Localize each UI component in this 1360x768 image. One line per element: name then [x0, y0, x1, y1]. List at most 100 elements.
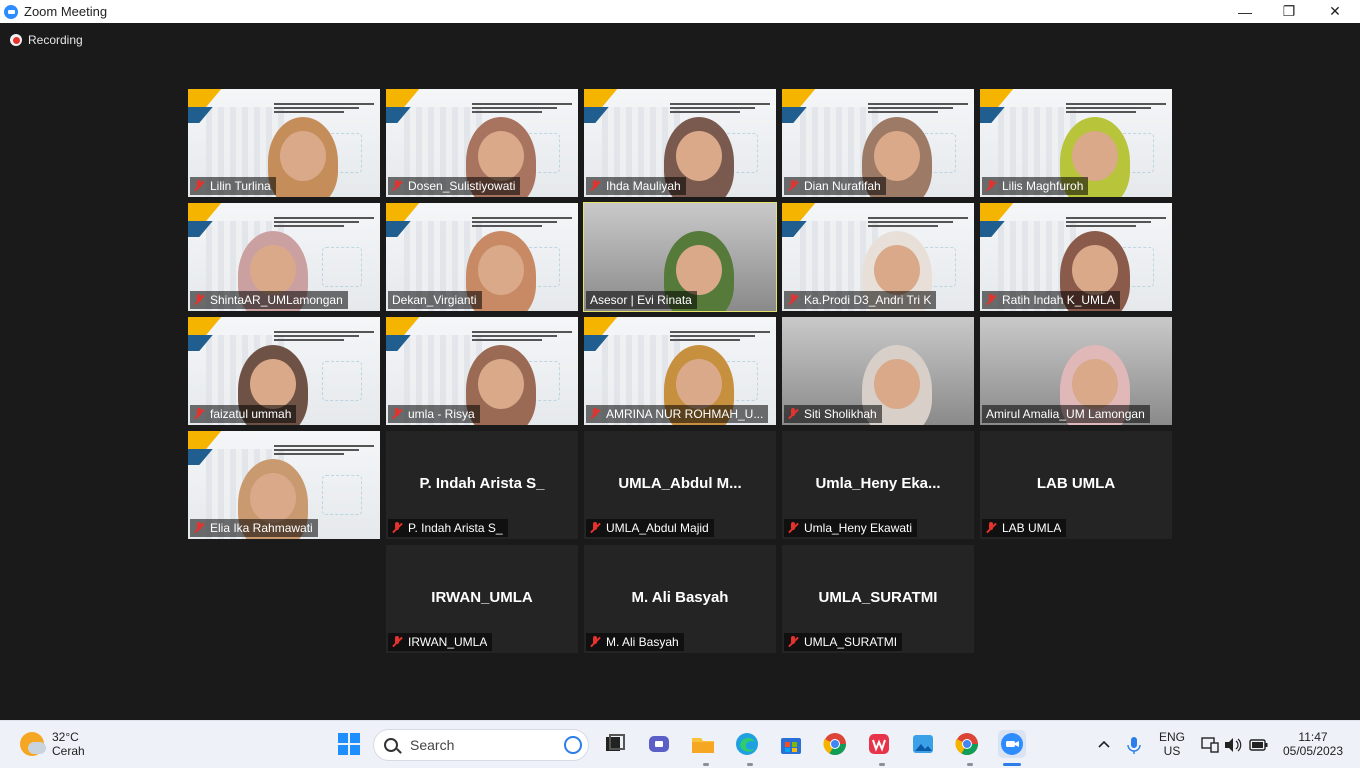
- participant-tile[interactable]: Dosen_Sulistiyowati: [386, 89, 578, 197]
- photos-icon[interactable]: [910, 731, 936, 757]
- weather-sun-icon: [20, 732, 46, 756]
- mic-muted-icon: [194, 294, 204, 306]
- participant-name-tag: Lilis Maghfuroh: [982, 177, 1089, 195]
- participant-tile[interactable]: Asesor | Evi Rinata: [583, 202, 777, 312]
- participant-name: Umla_Heny Ekawati: [804, 521, 913, 535]
- wps-icon[interactable]: [866, 731, 892, 757]
- participant-display-name: M. Ali Basyah: [631, 589, 729, 606]
- participant-tile[interactable]: Elia Ika Rahmawati: [188, 431, 380, 539]
- participant-display-name: P. Indah Arista S_: [419, 475, 545, 492]
- participant-tile[interactable]: Ka.Prodi D3_Andri Tri K: [782, 203, 974, 311]
- participant-tile[interactable]: Ihda Mauliyah: [584, 89, 776, 197]
- running-indicator: [747, 763, 753, 766]
- participant-tile[interactable]: Umla_Heny Eka... Umla_Heny Ekawati: [782, 431, 974, 539]
- mic-muted-icon: [788, 636, 798, 648]
- search-label: Search: [410, 737, 455, 753]
- clock-date: 05/05/2023: [1282, 744, 1344, 758]
- chevron-up-icon[interactable]: [1096, 737, 1112, 751]
- participant-name: Lilis Maghfuroh: [1002, 179, 1084, 193]
- battery-icon[interactable]: [1249, 737, 1268, 751]
- windows-start-icon[interactable]: [336, 731, 362, 757]
- participant-tile[interactable]: Dian Nurafifah: [782, 89, 974, 197]
- participant-tile[interactable]: Lilin Turlina: [188, 89, 380, 197]
- participant-name: ShintaAR_UMLamongan: [210, 293, 343, 307]
- system-clock[interactable]: 11:47 05/05/2023: [1280, 730, 1346, 758]
- participant-name: Dian Nurafifah: [804, 179, 881, 193]
- participant-name-tag: umla - Risya: [388, 405, 480, 423]
- participant-name: P. Indah Arista S_: [408, 521, 503, 535]
- edge-icon[interactable]: [734, 731, 760, 757]
- language-indicator[interactable]: ENG US: [1157, 730, 1187, 758]
- bing-icon[interactable]: [564, 736, 582, 754]
- participant-name-tag: P. Indah Arista S_: [388, 519, 508, 537]
- participant-tile[interactable]: AMRINA NUR ROHMAH_U...: [584, 317, 776, 425]
- participant-display-name: LAB UMLA: [1036, 475, 1116, 492]
- weather-condition: Cerah: [52, 744, 85, 758]
- participant-name-tag: Dekan_Virgianti: [388, 291, 482, 309]
- meet-icon[interactable]: [646, 731, 672, 757]
- mic-muted-icon: [392, 636, 402, 648]
- participant-name: Lilin Turlina: [210, 179, 271, 193]
- participant-name-tag: Lilin Turlina: [190, 177, 276, 195]
- participant-name: AMRINA NUR ROHMAH_U...: [606, 407, 764, 421]
- participant-tile[interactable]: ShintaAR_UMLamongan: [188, 203, 380, 311]
- mic-muted-icon: [194, 408, 204, 420]
- network-icon[interactable]: [1201, 737, 1219, 753]
- microphone-icon[interactable]: [1126, 737, 1142, 754]
- mic-muted-icon: [590, 522, 600, 534]
- task-view-icon[interactable]: [602, 731, 628, 757]
- mic-muted-icon: [194, 180, 204, 192]
- participant-tile[interactable]: Lilis Maghfuroh: [980, 89, 1172, 197]
- participant-tile[interactable]: M. Ali Basyah M. Ali Basyah: [584, 545, 776, 653]
- zoom-taskbar-icon[interactable]: [998, 730, 1026, 758]
- participant-tile[interactable]: UMLA_Abdul M... UMLA_Abdul Majid: [584, 431, 776, 539]
- volume-icon[interactable]: [1224, 737, 1242, 752]
- participant-name-tag: Asesor | Evi Rinata: [586, 291, 697, 309]
- chrome-icon[interactable]: [954, 731, 980, 757]
- participant-tile[interactable]: IRWAN_UMLA IRWAN_UMLA: [386, 545, 578, 653]
- mic-muted-icon: [392, 522, 402, 534]
- running-indicator: [879, 763, 885, 766]
- participant-name-tag: ShintaAR_UMLamongan: [190, 291, 348, 309]
- mic-muted-icon: [590, 180, 600, 192]
- participant-tile[interactable]: Siti Sholikhah: [782, 317, 974, 425]
- participant-name-tag: IRWAN_UMLA: [388, 633, 493, 651]
- participant-name: Dekan_Virgianti: [392, 293, 477, 307]
- running-indicator: [967, 763, 973, 766]
- mic-muted-icon: [194, 522, 204, 534]
- participant-name: M. Ali Basyah: [606, 635, 679, 649]
- participant-name: Dosen_Sulistiyowati: [408, 179, 516, 193]
- weather-widget[interactable]: 32°C Cerah: [20, 730, 85, 758]
- mic-muted-icon: [788, 294, 798, 306]
- participant-tile[interactable]: umla - Risya: [386, 317, 578, 425]
- participant-name-tag: Ratih Indah K_UMLA: [982, 291, 1120, 309]
- participant-name: UMLA_SURATMI: [804, 635, 898, 649]
- participant-name: UMLA_Abdul Majid: [606, 521, 709, 535]
- participant-name: Amirul Amalia_UM Lamongan: [986, 407, 1145, 421]
- participant-tile[interactable]: Amirul Amalia_UM Lamongan: [980, 317, 1172, 425]
- store-icon[interactable]: [778, 731, 804, 757]
- participant-name-tag: Amirul Amalia_UM Lamongan: [982, 405, 1150, 423]
- participant-name: umla - Risya: [408, 407, 475, 421]
- participant-tile[interactable]: P. Indah Arista S_ P. Indah Arista S_: [386, 431, 578, 539]
- participant-tile[interactable]: faizatul ummah: [188, 317, 380, 425]
- participant-name: faizatul ummah: [210, 407, 292, 421]
- search-icon: [384, 738, 398, 752]
- weather-temp: 32°C: [52, 730, 79, 744]
- taskbar-search-box[interactable]: Search: [373, 729, 589, 761]
- participant-name-tag: UMLA_Abdul Majid: [586, 519, 714, 537]
- participant-name-tag: Dian Nurafifah: [784, 177, 886, 195]
- language-region: US: [1163, 744, 1181, 758]
- participant-tile[interactable]: Dekan_Virgianti: [386, 203, 578, 311]
- participant-tile[interactable]: Ratih Indah K_UMLA: [980, 203, 1172, 311]
- mic-muted-icon: [986, 180, 996, 192]
- mic-muted-icon: [788, 522, 798, 534]
- chrome-icon[interactable]: [822, 731, 848, 757]
- participant-display-name: IRWAN_UMLA: [431, 589, 533, 606]
- participant-name-tag: Ihda Mauliyah: [586, 177, 686, 195]
- participant-name-tag: Umla_Heny Ekawati: [784, 519, 918, 537]
- participant-tile[interactable]: UMLA_SURATMI UMLA_SURATMI: [782, 545, 974, 653]
- folder-icon[interactable]: [690, 731, 716, 757]
- active-app-indicator: [1003, 763, 1021, 766]
- participant-tile[interactable]: LAB UMLA LAB UMLA: [980, 431, 1172, 539]
